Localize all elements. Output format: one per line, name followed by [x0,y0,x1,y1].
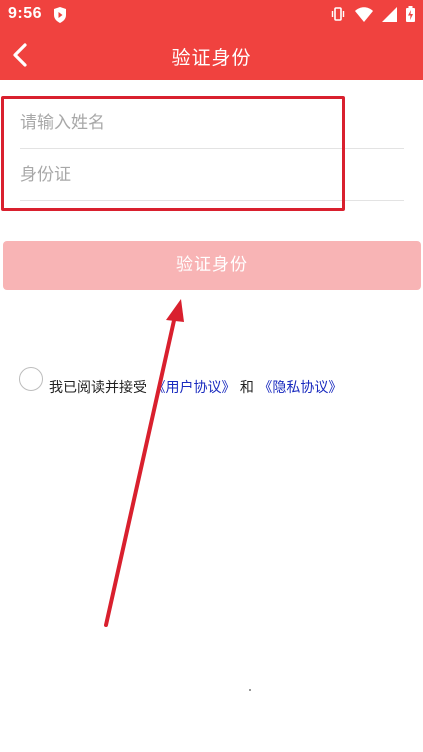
page-title: 验证身份 [171,47,252,69]
verify-identity-button[interactable]: 验证身份 [3,241,421,290]
agreement-text: 我已阅读并接受 《用户协议》 和 《隐私协议》 [49,377,342,397]
id-card-field[interactable] [20,150,404,201]
agreement-and: 和 [239,380,254,396]
agreement-checkbox[interactable] [19,367,43,391]
agreement-row: 我已阅读并接受 《用户协议》 和 《隐私协议》 [19,367,419,396]
play-shield-icon [53,7,67,27]
status-bar: 9:56 [0,0,423,30]
privacy-policy-link[interactable]: 《隐私协议》 [258,380,342,396]
signal-icon [382,6,397,26]
status-time: 9:56 [8,5,43,22]
battery-charging-icon [406,6,415,26]
id-card-input[interactable] [20,150,404,200]
vibrate-icon [330,6,346,26]
user-agreement-link[interactable]: 《用户协议》 [151,380,235,396]
wifi-icon [355,6,373,26]
name-input[interactable] [20,98,404,148]
decorative-dot [249,689,251,691]
name-field[interactable] [20,98,404,149]
app-bar: 验证身份 [0,30,423,80]
agreement-prefix: 我已阅读并接受 [49,380,147,396]
status-icons [330,6,415,26]
